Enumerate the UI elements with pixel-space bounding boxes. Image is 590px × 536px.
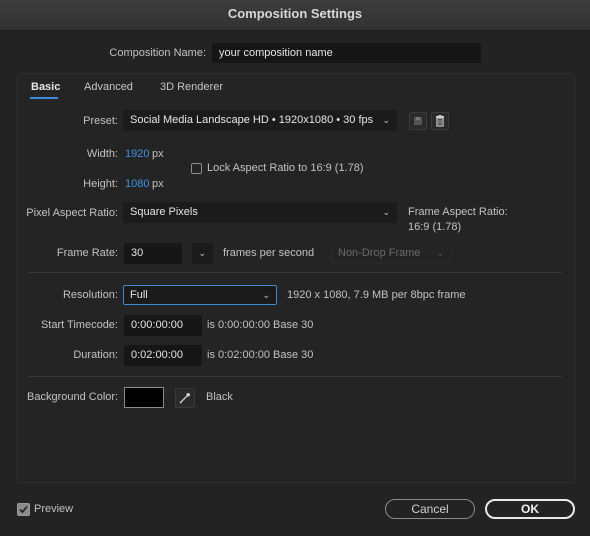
resolution-value: Full xyxy=(130,289,148,301)
ok-button[interactable]: OK xyxy=(485,499,575,519)
tab-active-indicator xyxy=(30,97,58,99)
lock-aspect-checkbox[interactable] xyxy=(191,163,202,174)
pixel-aspect-label: Pixel Aspect Ratio: xyxy=(26,207,118,219)
resolution-dropdown[interactable]: Full ⌄ xyxy=(123,285,277,305)
start-timecode-label: Start Timecode: xyxy=(40,319,118,331)
duration-info: is 0:02:00:00 Base 30 xyxy=(207,349,314,361)
chevron-down-icon: ⌄ xyxy=(198,248,206,258)
delete-preset-button[interactable] xyxy=(431,112,449,130)
duration-label: Duration: xyxy=(73,349,118,361)
cancel-button[interactable]: Cancel xyxy=(385,499,475,519)
trash-icon xyxy=(436,115,444,127)
preset-value: Social Media Landscape HD • 1920x1080 • … xyxy=(130,114,374,126)
frame-aspect-label: Frame Aspect Ratio: xyxy=(408,206,508,218)
pixel-aspect-value: Square Pixels xyxy=(130,206,198,218)
frame-rate-dropdown[interactable]: ⌄ xyxy=(192,243,213,264)
background-color-swatch[interactable] xyxy=(124,387,164,408)
window-title: Composition Settings xyxy=(0,0,590,31)
height-unit: px xyxy=(152,178,164,190)
save-preset-button[interactable] xyxy=(409,112,427,130)
section-divider xyxy=(28,376,562,377)
height-label: Height: xyxy=(83,178,118,190)
drop-frame-dropdown: Non-Drop Frame ⌄ xyxy=(331,243,451,264)
start-timecode-info: is 0:00:00:00 Base 30 xyxy=(207,319,314,331)
frame-rate-unit: frames per second xyxy=(223,247,315,259)
chevron-down-icon: ⌄ xyxy=(436,248,444,258)
settings-panel xyxy=(17,73,575,483)
eyedropper-button[interactable] xyxy=(175,388,195,408)
save-preset-icon xyxy=(414,117,422,125)
chevron-down-icon: ⌄ xyxy=(382,207,390,217)
frame-rate-label: Frame Rate: xyxy=(56,247,118,259)
width-value[interactable]: 1920 xyxy=(125,148,149,160)
duration-input[interactable]: 0:02:00:00 xyxy=(124,345,202,366)
tab-3d-renderer[interactable]: 3D Renderer xyxy=(160,81,223,93)
height-value[interactable]: 1080 xyxy=(125,178,149,190)
preset-label: Preset: xyxy=(83,115,118,127)
resolution-label: Resolution: xyxy=(62,289,118,301)
start-timecode-input[interactable]: 0:00:00:00 xyxy=(124,315,202,336)
checkmark-icon xyxy=(19,505,28,514)
background-color-label: Background Color: xyxy=(27,391,119,403)
width-unit: px xyxy=(152,148,164,160)
frame-rate-input[interactable]: 30 xyxy=(124,243,182,264)
chevron-down-icon: ⌄ xyxy=(382,115,390,125)
background-color-name: Black xyxy=(206,391,233,403)
preset-dropdown[interactable]: Social Media Landscape HD • 1920x1080 • … xyxy=(123,110,397,131)
frame-aspect-value: 16:9 (1.78) xyxy=(408,221,462,233)
drop-frame-value: Non-Drop Frame xyxy=(338,247,421,259)
preview-label: Preview xyxy=(34,503,74,515)
preview-checkbox[interactable] xyxy=(17,503,30,516)
lock-aspect-label: Lock Aspect Ratio to 16:9 (1.78) xyxy=(207,162,364,174)
pixel-aspect-dropdown[interactable]: Square Pixels ⌄ xyxy=(123,202,397,223)
eyedropper-icon xyxy=(179,393,190,404)
composition-name-label: Composition Name: xyxy=(109,47,206,59)
width-label: Width: xyxy=(86,148,118,160)
tab-advanced[interactable]: Advanced xyxy=(84,81,133,93)
section-divider xyxy=(28,272,562,273)
chevron-down-icon: ⌄ xyxy=(262,290,270,300)
composition-name-input[interactable]: your composition name xyxy=(212,43,481,63)
tab-basic[interactable]: Basic xyxy=(31,81,60,93)
resolution-info: 1920 x 1080, 7.9 MB per 8bpc frame xyxy=(287,289,466,301)
